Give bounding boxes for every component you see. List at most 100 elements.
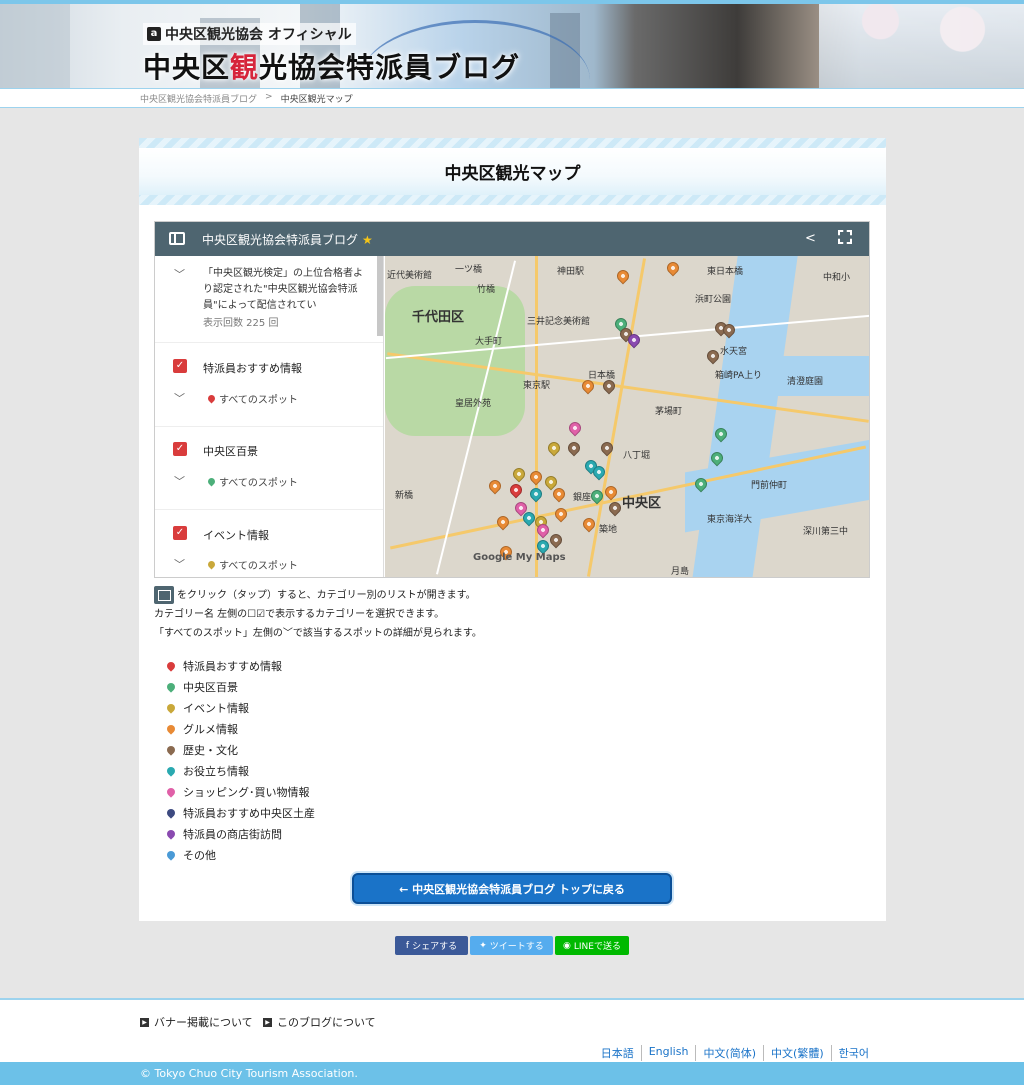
breadcrumb-home[interactable]: 中央区観光協会特派員ブログ [140,92,257,105]
map-pin-icon [165,743,177,756]
map-title[interactable]: 中央区観光協会特派員ブログ ★ [202,231,373,248]
lang-ja[interactable]: 日本語 [594,1045,641,1061]
line-send-button[interactable]: ◉ LINEで送る [555,936,629,955]
footer-link-banner[interactable]: ▶ バナー掲載について [140,1014,253,1030]
map-label: 神田駅 [557,267,585,277]
instruction-text: をクリック（タップ）すると、カテゴリー別のリストが開きます。 [177,590,476,601]
share-icon[interactable]: < [805,231,816,246]
star-icon[interactable]: ★ [362,233,373,247]
brand-logo-icon: a [147,27,161,41]
legend-item: イベント情報 [165,697,315,718]
map-label: 築地 [599,525,618,535]
instruction-line: をクリック（タップ）すると、カテゴリー別のリストが開きます。 [154,586,482,605]
map-label: 深川第三中 [803,527,849,537]
map-label: 大手町 [475,337,503,347]
lang-zh-hans[interactable]: 中文(简体) [695,1045,763,1061]
map-label: 月島 [671,567,690,577]
footer-link-label: バナー掲載について [154,1016,253,1029]
map-pin-icon[interactable] [547,531,565,549]
legend-label: 歴史・文化 [183,743,238,757]
map-pin-icon[interactable] [545,439,563,457]
layer-sub-label: すべてのスポット [219,478,298,489]
copyright: © Tokyo Chuo City Tourism Association. [0,1062,1024,1085]
header-photo-building [0,4,70,88]
layer-sub-item[interactable]: すべてのスポット [206,557,298,572]
map-pin-icon[interactable] [704,347,722,365]
lang-ko[interactable]: 한국어 [830,1045,876,1061]
panel-toggle-icon [154,586,174,604]
legend-item: 特派員おすすめ情報 [165,655,315,676]
map-description: 「中央区観光検定」の上位合格者より認定された"中央区観光協会特派員"によって配信… [203,268,363,311]
chevron-down-icon[interactable]: ﹀ [174,556,185,572]
divider [155,342,383,343]
map-pin-icon [206,559,217,570]
map-pin-icon[interactable] [494,513,512,531]
map-pin-icon[interactable] [507,481,525,499]
language-switcher: 日本語 English 中文(简体) 中文(繁體) 한국어 [594,1045,876,1061]
map-pin-icon [165,659,177,672]
chevron-down-icon[interactable]: ﹀ [174,390,185,406]
card-header: 中央区観光マップ [139,138,886,205]
site-title[interactable]: 中央区観光協会特派員ブログ [143,46,520,86]
legend-label: 中央区百景 [183,680,238,694]
map-pin-icon[interactable] [527,485,545,503]
map-label: 新橋 [395,491,414,501]
fullscreen-icon[interactable] [838,230,852,244]
map-pin-icon[interactable] [614,267,632,285]
layer-label[interactable]: イベント情報 [203,527,269,543]
footer-link-about[interactable]: ▶ このブログについて [263,1014,376,1030]
map-canvas[interactable]: 千代田区 中央区 近代美術館 一ツ橋 神田駅 東日本橋 中和小 竹橋 大手町 三… [385,256,869,577]
map-label: 東京駅 [523,381,551,391]
layer-label[interactable]: 特派員おすすめ情報 [203,360,302,376]
map-label: 茅場町 [655,407,683,417]
chevron-down-icon[interactable]: ﹀ [174,473,185,489]
line-icon: ◉ [563,940,571,951]
category-legend: 特派員おすすめ情報 中央区百景 イベント情報 グルメ情報 歴史・文化 お役立ち情報 ショッピ… [165,655,315,865]
lang-zh-hant[interactable]: 中文(繁體) [763,1045,831,1061]
legend-item: その他 [165,844,315,865]
legend-label: イベント情報 [183,701,249,715]
map-pin-icon [165,848,177,861]
layer-checkbox[interactable]: ✓ [173,526,187,540]
map-pin-icon[interactable] [664,259,682,277]
layer-checkbox[interactable]: ✓ [173,359,187,373]
map-label: 中央区 [622,496,662,511]
legend-item: 特派員の商店街訪問 [165,823,315,844]
map-pin-icon [165,680,177,693]
map-pin-icon[interactable] [527,468,545,486]
map-pin-icon[interactable] [510,465,528,483]
back-to-top-button[interactable]: ← 中央区観光協会特派員ブログ トップに戻る [352,873,672,904]
chevron-down-icon[interactable]: ﹀ [174,266,185,282]
site-title-red: 観 [230,51,260,84]
breadcrumb-current: 中央区観光マップ [280,95,353,105]
twitter-icon: ✦ [479,940,487,951]
facebook-icon: f [405,940,410,951]
map-label: 浜町公園 [695,295,732,305]
panel-toggle-icon[interactable] [169,232,185,245]
instruction-line: 「すべてのスポット」左側の﹀で該当するスポットの詳細が見られます。 [154,628,482,639]
site-header: a 中央区観光協会 オフィシャル 中央区観光協会特派員ブログ [0,4,1024,88]
facebook-share-button[interactable]: f シェアする [395,936,468,955]
map-pin-icon[interactable] [486,477,504,495]
map-label: 三井記念美術館 [527,317,591,327]
embedded-map[interactable]: 中央区観光協会特派員ブログ ★ < ﹀ 「中央区観光検定」の上位合格者より認定され… [154,221,870,578]
map-pin-icon[interactable] [565,439,583,457]
map-pin-icon[interactable] [566,419,584,437]
legend-label: 特派員おすすめ中央区土産 [183,806,315,820]
line-send-label: LINEで送る [573,942,621,952]
site-brand-subtitle[interactable]: a 中央区観光協会 オフィシャル [143,23,356,45]
main-card: 中央区観光マップ 中央区観光協会特派員ブログ ★ < ﹀ 「中央区観光検定」の上位… [139,138,886,921]
map-label: 竹橋 [477,285,496,295]
side-panel-scrollbar[interactable] [377,256,383,336]
map-label: 千代田区 [412,310,465,325]
site-footer: ▶ バナー掲載について ▶ このブログについて 日本語 English 中文(简体)… [0,998,1024,1062]
twitter-tweet-button[interactable]: ✦ ツイートする [470,936,553,955]
layer-label[interactable]: 中央区百景 [203,443,258,459]
map-label: 中和小 [823,273,851,283]
layer-sub-item[interactable]: すべてのスポット [206,474,298,489]
layer-sub-item[interactable]: すべてのスポット [206,391,298,406]
layer-checkbox[interactable]: ✓ [173,442,187,456]
legend-label: 特派員の商店街訪問 [183,827,282,841]
lang-en[interactable]: English [640,1045,696,1061]
map-pin-icon [165,785,177,798]
